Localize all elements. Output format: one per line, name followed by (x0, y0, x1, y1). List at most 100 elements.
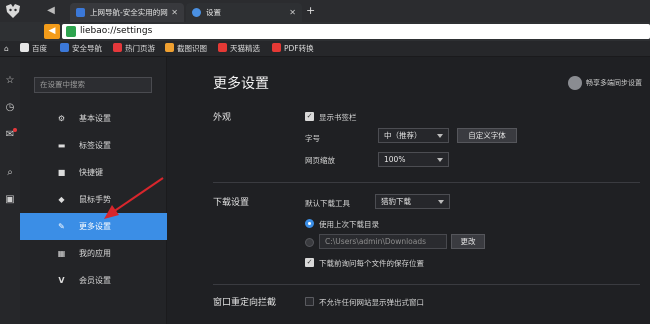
browser-logo-icon[interactable] (4, 3, 22, 19)
baidu-icon (20, 43, 29, 52)
settings-main: 更多设置 畅享多端同步设置 外观 ✓ 显示书签栏 字号 中（推荐） 自定义字体 … (168, 57, 650, 324)
back-arrow-icon[interactable]: ◀ (44, 4, 58, 18)
tab-title: 上网导航-安全实用的网 (90, 8, 168, 17)
pdf-icon (272, 43, 281, 52)
bookmark-safe-nav[interactable]: 安全导航 (60, 41, 102, 57)
custom-dir-radio[interactable] (305, 238, 314, 247)
bookmark-label: 截图识图 (177, 44, 207, 53)
tab-strip: ◀ 上网导航-安全实用的网 ✕ 设置 ✕ + (0, 0, 650, 22)
url-field[interactable]: liebao://settings (62, 24, 650, 39)
url-text: liebao://settings (80, 26, 153, 36)
tmall-icon (218, 43, 227, 52)
disallow-popup-label: 不允许任何网站显示弹出式窗口 (319, 298, 424, 307)
bookmark-screenshot[interactable]: 截图识图 (165, 41, 207, 57)
apps-icon: ▦ (57, 249, 66, 258)
bookmark-tmall[interactable]: 天猫精选 (218, 41, 260, 57)
chevron-down-icon (438, 200, 444, 204)
bookmark-pdf[interactable]: PDF转换 (272, 41, 314, 57)
sidebar-item-label: 快捷键 (79, 168, 103, 177)
chevron-down-icon (437, 134, 443, 138)
notification-dot (13, 128, 17, 132)
wrench-icon: ✎ (58, 222, 65, 231)
use-last-dir-label: 使用上次下载目录 (319, 220, 379, 229)
close-tab-icon[interactable]: ✕ (171, 3, 178, 22)
ask-each-label: 下载前询问每个文件的保存位置 (319, 259, 424, 268)
use-last-dir-radio[interactable] (305, 219, 314, 228)
divider (213, 182, 640, 183)
sidebar-item-basic[interactable]: ⚙ 基本设置 (20, 105, 167, 132)
change-path-button[interactable]: 更改 (451, 234, 485, 249)
tab-navigation[interactable]: 上网导航-安全实用的网 ✕ (70, 3, 184, 22)
search-icon[interactable]: ⌕ (3, 166, 17, 180)
gamepad-icon[interactable]: ▣ (3, 193, 17, 207)
disallow-popup-checkbox[interactable] (305, 297, 314, 306)
avatar-icon (568, 76, 582, 90)
back-button[interactable]: ◀ (44, 24, 60, 39)
font-size-label: 字号 (305, 134, 320, 143)
star-icon[interactable]: ☆ (3, 74, 17, 88)
sidebar-item-label: 鼠标手势 (79, 195, 111, 204)
settings-search-input[interactable]: 在设置中搜索 (34, 77, 152, 93)
mouse-icon: ◆ (58, 195, 65, 204)
sidebar-item-vip[interactable]: V 会员设置 (20, 267, 167, 294)
sidebar-item-my-apps[interactable]: ▦ 我的应用 (20, 240, 167, 267)
shield-favicon-icon (76, 8, 85, 17)
ask-each-checkbox[interactable]: ✓ (305, 258, 314, 267)
download-path-field[interactable]: C:\Users\admin\Downloads (319, 234, 447, 249)
settings-sidebar: 在设置中搜索 ⚙ 基本设置 ▬ 标签设置 ■ 快捷键 ◆ 鼠标手势 ✎ 更多设置… (20, 57, 167, 324)
bookmark-baidu[interactable]: 百度 (20, 41, 47, 57)
bookmark-label: 百度 (32, 44, 47, 53)
section-appearance: 外观 (213, 113, 232, 123)
sidebar-item-label: 更多设置 (79, 222, 111, 231)
tab-title: 设置 (206, 8, 221, 17)
new-tab-button[interactable]: + (306, 4, 315, 17)
game-icon (113, 43, 122, 52)
bookmark-games[interactable]: 热门页游 (113, 41, 155, 57)
font-size-value: 中（推荐） (384, 131, 422, 140)
address-bar: ◀ liebao://settings (0, 22, 650, 41)
chevron-down-icon (437, 158, 443, 162)
show-bookmarks-checkbox[interactable]: ✓ (305, 112, 314, 121)
sidebar-item-shortcuts[interactable]: ■ 快捷键 (20, 159, 167, 186)
sidebar-item-label: 基本设置 (79, 114, 111, 123)
font-size-select[interactable]: 中（推荐） (378, 128, 449, 143)
sidebar-item-more-settings[interactable]: ✎ 更多设置 (20, 213, 167, 240)
tab-settings[interactable]: 设置 ✕ (186, 3, 302, 22)
sync-label: 畅享多端同步设置 (586, 79, 642, 87)
gear-icon: ⚙ (57, 114, 66, 123)
download-tool-select[interactable]: 猎豹下载 (375, 194, 450, 209)
sidebar-item-mouse-gesture[interactable]: ◆ 鼠标手势 (20, 186, 167, 213)
sidebar-item-label: 我的应用 (79, 249, 111, 258)
history-clock-icon[interactable]: ◷ (3, 101, 17, 115)
tab-icon: ▬ (57, 141, 66, 150)
close-tab-icon[interactable]: ✕ (289, 3, 296, 22)
keyboard-icon: ■ (57, 168, 66, 177)
divider (213, 284, 640, 285)
sidebar-item-label: 会员设置 (79, 276, 111, 285)
bookmark-label: 热门页游 (125, 44, 155, 53)
gear-favicon-icon (192, 8, 201, 17)
screenshot-icon (165, 43, 174, 52)
bookmark-label: PDF转换 (284, 44, 314, 53)
sidebar-item-label: 标签设置 (79, 141, 111, 150)
home-icon[interactable]: ⌂ (4, 41, 9, 57)
custom-font-button[interactable]: 自定义字体 (457, 128, 517, 143)
page-title: 更多设置 (213, 76, 269, 92)
zoom-label: 网页缩放 (305, 156, 335, 165)
bookmark-label: 天猫精选 (230, 44, 260, 53)
shield-icon (60, 43, 69, 52)
download-tool-value: 猎豹下载 (381, 197, 411, 206)
side-dock: ☆ ◷ ✉ ⌕ ▣ (0, 57, 20, 324)
bookmarks-bar: ⌂ 百度 安全导航 热门页游 截图识图 天猫精选 PDF转换 (0, 41, 650, 57)
sync-settings-link[interactable]: 畅享多端同步设置 (568, 76, 642, 90)
section-redirect: 窗口重定向拦截 (213, 298, 277, 308)
vip-icon: V (58, 276, 65, 285)
section-download: 下载设置 (213, 198, 250, 208)
show-bookmarks-label: 显示书签栏 (319, 113, 357, 122)
zoom-select[interactable]: 100% (378, 152, 449, 167)
security-shield-icon (66, 26, 76, 37)
download-tool-label: 默认下载工具 (305, 199, 350, 208)
bookmark-label: 安全导航 (72, 44, 102, 53)
zoom-value: 100% (384, 155, 406, 164)
sidebar-item-tabs[interactable]: ▬ 标签设置 (20, 132, 167, 159)
